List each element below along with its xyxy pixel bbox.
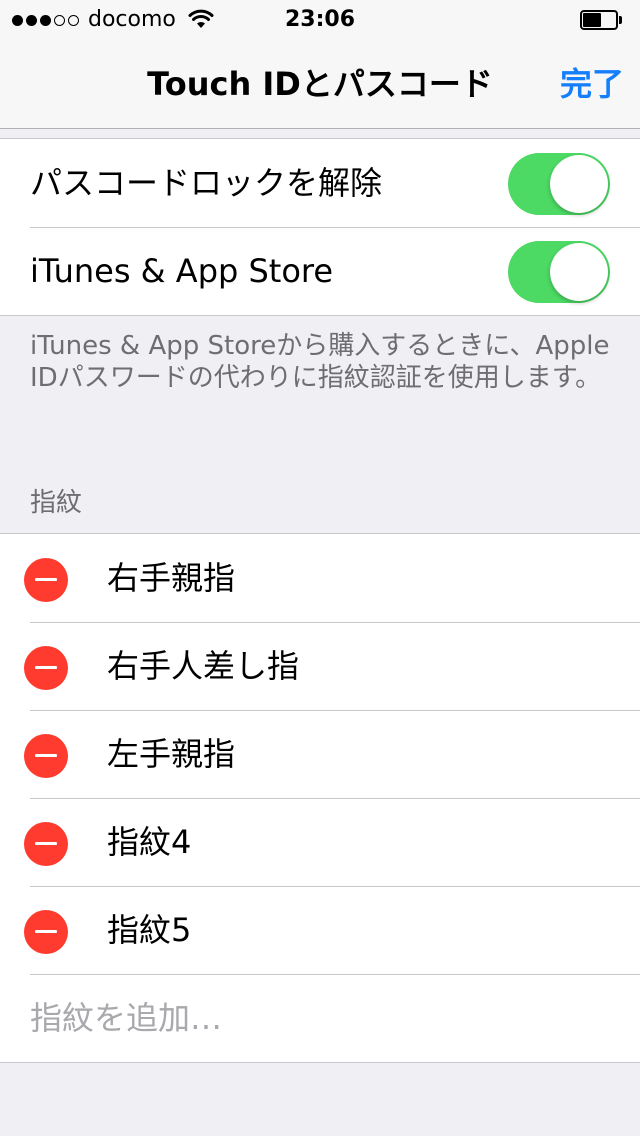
battery-icon [580,10,624,30]
done-button[interactable]: 完了 [560,62,624,106]
status-time: 23:06 [284,7,356,32]
navigation-bar: Touch IDとパスコード 完了 [0,40,640,129]
add-fingerprint-label: 指紋を追加… [30,999,223,1037]
fingerprint-label: 指紋5 [107,911,192,949]
settings-footer-note: iTunes & App Storeから購入するときに、Apple IDパスワー… [30,331,610,393]
delete-minus-icon[interactable] [24,646,68,690]
itunes-app-store-toggle[interactable] [508,241,610,303]
add-fingerprint-row[interactable]: 指紋を追加… [0,974,640,1062]
fingerprint-row[interactable]: 左手親指 [0,710,640,798]
settings-group: パスコードロックを解除 iTunes & App Store [0,138,640,316]
fingerprint-label: 右手親指 [107,559,236,597]
setting-label: iTunes & App Store [30,252,334,290]
fingerprint-row[interactable]: 右手人差し指 [0,622,640,710]
delete-minus-icon[interactable] [24,822,68,866]
fingerprint-label: 左手親指 [107,735,236,773]
delete-minus-icon[interactable] [24,734,68,778]
setting-row-itunes-app-store: iTunes & App Store [0,227,640,315]
fingerprint-label: 指紋4 [107,823,192,861]
passcode-unlock-toggle[interactable] [508,153,610,215]
fingerprints-section-header: 指紋 [30,488,83,518]
setting-row-passcode-unlock: パスコードロックを解除 [0,139,640,227]
setting-label: パスコードロックを解除 [30,164,383,202]
fingerprint-row[interactable]: 指紋5 [0,886,640,974]
fingerprint-row[interactable]: 指紋4 [0,798,640,886]
fingerprints-list: 右手親指 右手人差し指 左手親指 指紋4 指紋5 指紋を追加… [0,533,640,1063]
status-bar: docomo 23:06 [0,0,640,40]
delete-minus-icon[interactable] [24,910,68,954]
delete-minus-icon[interactable] [24,558,68,602]
fingerprint-label: 右手人差し指 [107,647,300,685]
page-title: Touch IDとパスコード [147,65,493,103]
fingerprint-row[interactable]: 右手親指 [0,534,640,622]
